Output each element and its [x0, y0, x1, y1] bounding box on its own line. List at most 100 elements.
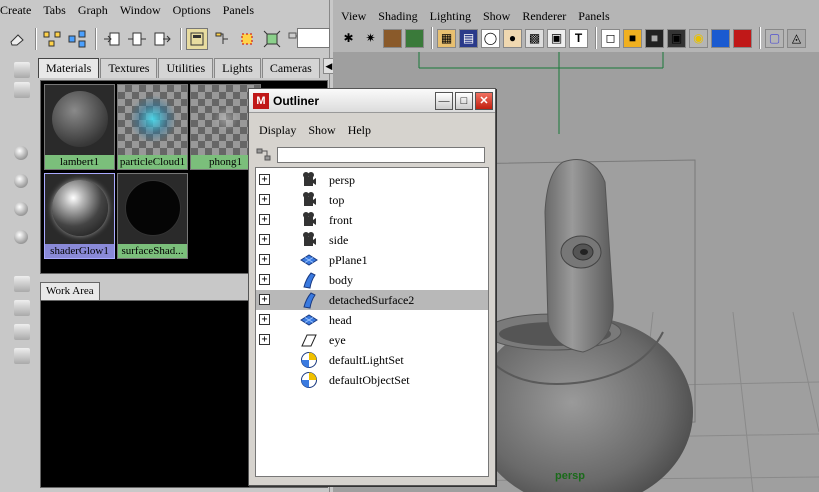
- expand-icon[interactable]: +: [259, 234, 270, 245]
- camera-name-label: persp: [555, 470, 585, 482]
- menu-graph[interactable]: Graph: [72, 0, 114, 20]
- expand-icon[interactable]: +: [259, 294, 270, 305]
- expand-icon[interactable]: +: [259, 254, 270, 265]
- expand-icon[interactable]: +: [259, 334, 270, 345]
- shader-swatch-lambert1[interactable]: lambert1: [44, 84, 115, 170]
- maya-logo-icon: M: [253, 92, 269, 109]
- output-connections-icon[interactable]: [151, 28, 173, 50]
- outliner-row-side[interactable]: + side: [256, 230, 488, 250]
- textured-icon[interactable]: ▣: [667, 28, 686, 48]
- menu-window[interactable]: Window: [114, 0, 167, 20]
- safe-action-icon[interactable]: ▣: [547, 28, 566, 48]
- smooth-shade-icon[interactable]: ■: [623, 28, 642, 48]
- grid-toggle-icon[interactable]: ▦: [437, 28, 456, 48]
- xray-icon[interactable]: [733, 28, 752, 48]
- outliner-row-top[interactable]: + top: [256, 190, 488, 210]
- tab-utilities[interactable]: Utilities: [158, 58, 214, 78]
- expand-icon[interactable]: +: [259, 214, 270, 225]
- tab-work-area[interactable]: Work Area: [40, 282, 100, 300]
- input-output-connections-icon[interactable]: [126, 28, 148, 50]
- outliner-filter-input[interactable]: [277, 147, 485, 163]
- outliner-node-list[interactable]: + persp + top + front + side + pPlane1 +…: [255, 167, 489, 477]
- film-gate-icon[interactable]: ▤: [459, 28, 478, 48]
- eraser-icon[interactable]: [6, 28, 28, 50]
- sidebar-dot-icon[interactable]: [14, 174, 28, 188]
- node-label: head: [329, 313, 352, 327]
- graph-network-icon[interactable]: [66, 28, 88, 50]
- menu-view[interactable]: View: [335, 6, 372, 26]
- field-chart-icon[interactable]: ▩: [525, 28, 544, 48]
- sidebar-dot-icon[interactable]: [14, 230, 28, 244]
- select-camera-icon[interactable]: ✱: [339, 29, 358, 48]
- xray-joints-icon[interactable]: ◬: [787, 28, 806, 48]
- menu-help[interactable]: Help: [342, 121, 377, 139]
- graph-nodes-icon[interactable]: [41, 28, 63, 50]
- shader-swatch-surfaceshader[interactable]: surfaceShad...: [117, 173, 188, 259]
- outliner-row-pplane1[interactable]: + pPlane1: [256, 250, 488, 270]
- camera-attributes-icon[interactable]: ✷: [361, 29, 380, 48]
- menu-renderer[interactable]: Renderer: [516, 6, 572, 26]
- expand-icon[interactable]: +: [259, 194, 270, 205]
- outliner-row-front[interactable]: + front: [256, 210, 488, 230]
- outliner-row-head[interactable]: + head: [256, 310, 488, 330]
- expand-icon[interactable]: +: [259, 174, 270, 185]
- gate-mask-icon[interactable]: ●: [503, 28, 522, 48]
- minimize-icon[interactable]: —: [435, 91, 453, 110]
- isolate-select-icon[interactable]: ▢: [765, 28, 784, 48]
- shadows-icon[interactable]: [711, 28, 730, 48]
- tab-textures[interactable]: Textures: [100, 58, 158, 78]
- menu-panels[interactable]: Panels: [572, 6, 615, 26]
- outliner-titlebar[interactable]: M Outliner — □ ✕: [249, 89, 495, 113]
- show-bottom-tabs-icon[interactable]: [211, 28, 233, 50]
- menu-display[interactable]: Display: [253, 121, 302, 139]
- tab-lights[interactable]: Lights: [214, 58, 261, 78]
- outliner-row-defaultobjectset[interactable]: defaultObjectSet: [256, 370, 488, 390]
- frame-selected-icon[interactable]: [261, 28, 283, 50]
- shader-swatch-particlecloud1[interactable]: particleCloud1: [117, 84, 188, 170]
- camera-icon: [300, 191, 318, 209]
- image-plane-icon[interactable]: [405, 28, 424, 48]
- sidebar-scroll-icon[interactable]: [14, 62, 30, 78]
- menu-show[interactable]: Show: [302, 121, 341, 139]
- menu-create[interactable]: Create: [0, 0, 37, 20]
- maximize-icon[interactable]: □: [455, 91, 473, 110]
- shader-name: particleCloud1: [118, 155, 187, 169]
- shader-preview-ball: [198, 91, 254, 147]
- outliner-row-eye[interactable]: + eye: [256, 330, 488, 350]
- toolbar-separator: [595, 27, 597, 49]
- sidebar-dot-icon[interactable]: [14, 202, 28, 216]
- sidebar-scroll-icon[interactable]: [14, 82, 30, 98]
- close-icon[interactable]: ✕: [475, 91, 493, 110]
- sort-by-time-icon[interactable]: [14, 324, 30, 340]
- tab-cameras[interactable]: Cameras: [261, 58, 320, 78]
- sidebar-dot-icon[interactable]: [14, 146, 28, 160]
- sort-by-name-icon[interactable]: [14, 276, 30, 292]
- expand-icon[interactable]: +: [259, 274, 270, 285]
- menu-panels[interactable]: Panels: [217, 0, 260, 20]
- outliner-row-detachedsurface2[interactable]: + detachedSurface2: [256, 290, 488, 310]
- wireframe-on-shaded-icon[interactable]: ■: [645, 28, 664, 48]
- menu-tabs[interactable]: Tabs: [37, 0, 72, 20]
- input-connections-icon[interactable]: [101, 28, 123, 50]
- shader-swatch-shaderglow1[interactable]: shaderGlow1: [44, 173, 115, 259]
- filter-icon[interactable]: [255, 146, 273, 164]
- safe-title-icon[interactable]: T: [569, 28, 588, 48]
- menu-show[interactable]: Show: [477, 6, 516, 26]
- wireframe-icon[interactable]: ◻: [601, 28, 620, 48]
- show-top-tabs-icon[interactable]: [186, 28, 208, 50]
- sort-by-type-icon[interactable]: [14, 300, 30, 316]
- sort-reverse-icon[interactable]: [14, 348, 30, 364]
- outliner-row-defaultlightset[interactable]: defaultLightSet: [256, 350, 488, 370]
- menu-shading[interactable]: Shading: [372, 6, 423, 26]
- frame-all-icon[interactable]: [236, 28, 258, 50]
- use-all-lights-icon[interactable]: ◉: [689, 28, 708, 48]
- menu-options[interactable]: Options: [167, 0, 217, 20]
- expand-icon[interactable]: +: [259, 314, 270, 325]
- hypershade-search-field[interactable]: [297, 28, 330, 48]
- resolution-gate-icon[interactable]: ◯: [481, 28, 500, 48]
- tab-materials[interactable]: Materials: [38, 58, 100, 78]
- outliner-row-persp[interactable]: + persp: [256, 170, 488, 190]
- outliner-row-body[interactable]: + body: [256, 270, 488, 290]
- menu-lighting[interactable]: Lighting: [424, 6, 477, 26]
- bookmark-icon[interactable]: [383, 28, 402, 48]
